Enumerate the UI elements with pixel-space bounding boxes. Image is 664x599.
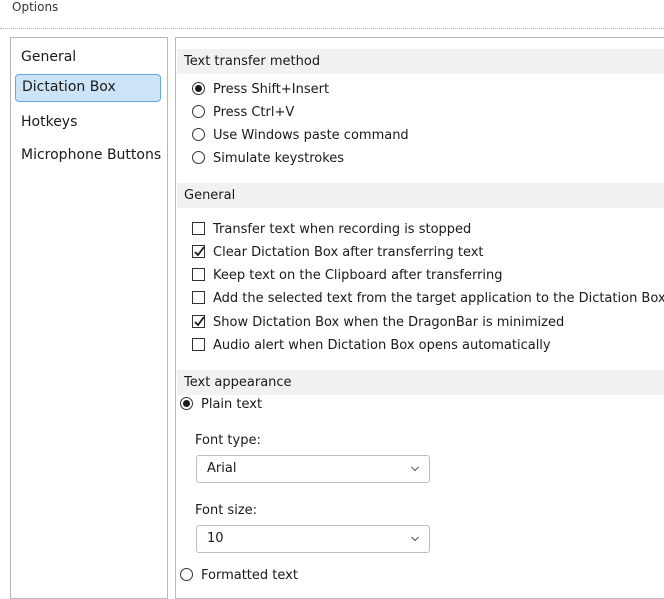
radio-formatted-text[interactable]: Formatted text (180, 566, 298, 586)
checkbox-clear-dictation-box[interactable]: Clear Dictation Box after transferring t… (192, 243, 484, 263)
sidebar-item-microphone-buttons[interactable]: Microphone Buttons (15, 142, 161, 168)
font-type-value: Arial (207, 461, 237, 476)
section-header-general: General (177, 183, 664, 208)
category-list: General Dictation Box Hotkeys Microphone… (10, 37, 168, 599)
radio-ctrl-v[interactable]: Press Ctrl+V (192, 103, 294, 123)
font-size-select[interactable]: 10 (196, 525, 430, 553)
radio-indicator[interactable] (180, 568, 193, 581)
checkbox-audio-alert[interactable]: Audio alert when Dictation Box opens aut… (192, 336, 551, 356)
radio-indicator[interactable] (192, 128, 205, 141)
checkbox-keep-clipboard[interactable]: Keep text on the Clipboard after transfe… (192, 266, 503, 286)
radio-indicator[interactable] (192, 151, 205, 164)
radio-indicator[interactable] (192, 82, 205, 95)
checkbox-indicator[interactable] (192, 268, 205, 281)
radio-label: Simulate keystrokes (213, 151, 345, 166)
radio-windows-paste[interactable]: Use Windows paste command (192, 126, 409, 146)
radio-label: Plain text (201, 397, 263, 412)
checkmark-icon (194, 316, 205, 327)
sidebar-item-hotkeys[interactable]: Hotkeys (15, 109, 77, 135)
checkbox-add-selected-text[interactable]: Add the selected text from the target ap… (192, 289, 664, 309)
checkbox-label: Audio alert when Dictation Box opens aut… (213, 338, 551, 353)
chevron-down-icon (411, 466, 419, 472)
radio-label: Press Ctrl+V (213, 105, 295, 120)
radio-shift-insert[interactable]: Press Shift+Insert (192, 80, 329, 100)
checkbox-label: Clear Dictation Box after transferring t… (213, 245, 484, 260)
radio-simulate-keystrokes[interactable]: Simulate keystrokes (192, 149, 344, 169)
checkbox-label: Add the selected text from the target ap… (213, 291, 664, 306)
checkbox-indicator[interactable] (192, 222, 205, 235)
checkbox-label: Keep text on the Clipboard after transfe… (213, 268, 503, 283)
section-header-transfer: Text transfer method (177, 49, 664, 74)
settings-panel: Text transfer method Press Shift+Insert … (175, 37, 664, 599)
checkbox-indicator[interactable] (192, 338, 205, 351)
radio-indicator[interactable] (180, 397, 193, 410)
font-type-label: Font type: (195, 433, 261, 448)
sidebar-item-dictation-box[interactable]: Dictation Box (15, 74, 161, 102)
checkbox-label: Show Dictation Box when the DragonBar is… (213, 315, 565, 330)
checkbox-show-when-minimized[interactable]: Show Dictation Box when the DragonBar is… (192, 313, 564, 333)
radio-indicator[interactable] (192, 105, 205, 118)
font-size-value: 10 (207, 531, 224, 546)
checkbox-indicator[interactable] (192, 315, 205, 328)
radio-label: Formatted text (201, 568, 298, 583)
radio-plain-text[interactable]: Plain text (180, 395, 262, 415)
checkmark-icon (194, 246, 205, 257)
checkbox-transfer-when-stopped[interactable]: Transfer text when recording is stopped (192, 220, 471, 240)
chevron-down-icon (411, 536, 419, 542)
window-title: Options (12, 0, 59, 14)
section-header-appearance: Text appearance (177, 370, 664, 395)
title-separator (0, 28, 664, 29)
radio-label: Press Shift+Insert (213, 82, 330, 97)
checkbox-indicator[interactable] (192, 291, 205, 304)
checkbox-indicator[interactable] (192, 245, 205, 258)
font-size-label: Font size: (195, 503, 258, 518)
radio-label: Use Windows paste command (213, 128, 409, 143)
sidebar-item-general[interactable]: General (15, 44, 76, 70)
checkbox-label: Transfer text when recording is stopped (213, 222, 472, 237)
font-type-select[interactable]: Arial (196, 455, 430, 483)
